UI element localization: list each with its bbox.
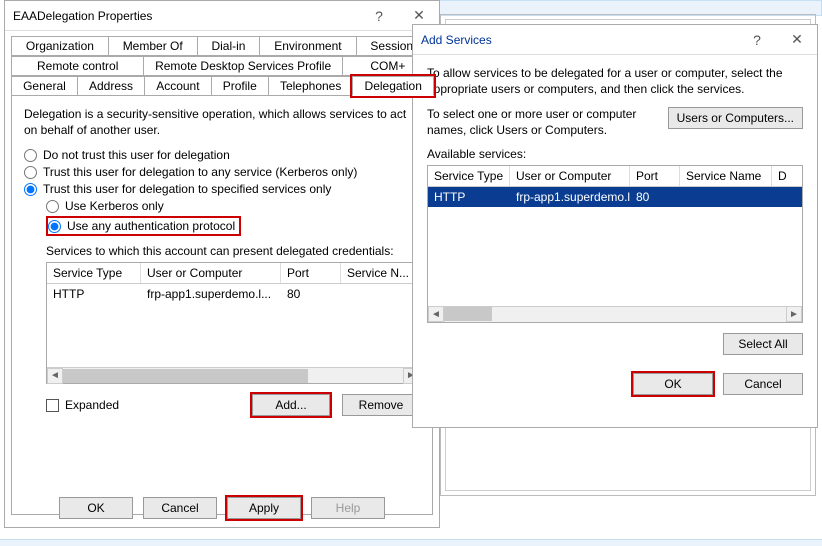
available-grid-scrollbar[interactable]: ◄ ►: [428, 306, 802, 322]
users-or-computers-button[interactable]: Users or Computers...: [668, 107, 803, 129]
window-title: EAADelegation Properties: [13, 9, 359, 23]
cell-port: 80: [281, 284, 341, 304]
col-user-computer[interactable]: User or Computer: [510, 166, 630, 186]
tab-member-of[interactable]: Member Of: [108, 36, 198, 56]
services-grid-scrollbar[interactable]: ◄ ►: [47, 367, 419, 383]
radio-kerberos-only-label: Use Kerberos only: [65, 199, 164, 213]
close-icon[interactable]: ✕: [777, 25, 817, 55]
checkbox-icon: [46, 399, 59, 412]
col-service-name[interactable]: Service Name: [680, 166, 772, 186]
delegation-intro: Delegation is a security-sensitive opera…: [24, 106, 420, 138]
tab-environment[interactable]: Environment: [259, 36, 356, 56]
add-services-window: Add Services ? ✕ To allow services to be…: [412, 24, 818, 428]
tab-dial-in[interactable]: Dial-in: [197, 36, 261, 56]
cell-service-name: [341, 284, 419, 304]
add-button[interactable]: Add...: [252, 394, 330, 416]
apply-button[interactable]: Apply: [227, 497, 301, 519]
select-all-button[interactable]: Select All: [723, 333, 803, 355]
services-grid-header[interactable]: Service Type User or Computer Port Servi…: [47, 263, 419, 284]
add-services-title: Add Services: [421, 33, 737, 47]
titlebar[interactable]: EAADelegation Properties ? ✕: [5, 1, 439, 31]
col-domain[interactable]: D: [772, 166, 802, 186]
tab-account[interactable]: Account: [144, 76, 212, 96]
available-grid-header[interactable]: Service Type User or Computer Port Servi…: [428, 166, 802, 187]
radio-specified-services[interactable]: Trust this user for delegation to specif…: [24, 182, 420, 196]
col-service-name[interactable]: Service N...: [341, 263, 419, 283]
scroll-thumb[interactable]: [444, 307, 492, 321]
cell-port: 80: [630, 187, 680, 207]
radio-no-trust-label: Do not trust this user for delegation: [43, 148, 230, 162]
cell-user-computer: frp-app1.superdemo.l...: [510, 187, 630, 207]
cell-service-type: HTTP: [428, 187, 510, 207]
radio-any-auth[interactable]: Use any authentication protocol: [48, 219, 235, 233]
radio-any-auth-label: Use any authentication protocol: [67, 219, 235, 233]
delegation-tab-page: Delegation is a security-sensitive opera…: [11, 95, 433, 515]
remove-button[interactable]: Remove: [342, 394, 420, 416]
ok-button[interactable]: OK: [59, 497, 133, 519]
radio-specified-services-label: Trust this user for delegation to specif…: [43, 182, 331, 196]
expanded-label: Expanded: [65, 398, 119, 412]
cell-service-type: HTTP: [47, 284, 141, 304]
col-port[interactable]: Port: [630, 166, 680, 186]
services-grid-row[interactable]: HTTP frp-app1.superdemo.l... 80: [47, 284, 419, 304]
scroll-left-icon[interactable]: ◄: [428, 306, 444, 322]
tab-rds-profile[interactable]: Remote Desktop Services Profile: [143, 56, 342, 76]
cell-user-computer: frp-app1.superdemo.l...: [141, 284, 281, 304]
ok-button[interactable]: OK: [633, 373, 713, 395]
scroll-thumb[interactable]: [63, 369, 308, 383]
add-services-intro1: To allow services to be delegated for a …: [427, 65, 803, 97]
tab-organization[interactable]: Organization: [11, 36, 109, 56]
tabs-area: Organization Member Of Dial-in Environme…: [5, 31, 439, 515]
col-service-type[interactable]: Service Type: [47, 263, 141, 283]
radio-any-service-label: Trust this user for delegation to any se…: [43, 165, 357, 179]
tab-remote-control[interactable]: Remote control: [11, 56, 144, 76]
cell-service-name: [680, 187, 772, 207]
help-icon[interactable]: ?: [359, 1, 399, 31]
background-ribbon-bottom: [0, 539, 822, 546]
tab-address[interactable]: Address: [77, 76, 145, 96]
available-grid-row[interactable]: HTTP frp-app1.superdemo.l... 80: [428, 187, 802, 207]
help-button[interactable]: Help: [311, 497, 385, 519]
col-port[interactable]: Port: [281, 263, 341, 283]
scroll-right-icon[interactable]: ►: [786, 306, 802, 322]
tab-telephones[interactable]: Telephones: [268, 76, 354, 96]
help-icon[interactable]: ?: [737, 25, 777, 55]
col-service-type[interactable]: Service Type: [428, 166, 510, 186]
cancel-button[interactable]: Cancel: [723, 373, 803, 395]
dialog-button-row: OK Cancel Apply Help: [5, 497, 439, 519]
tab-delegation[interactable]: Delegation: [352, 76, 434, 96]
delegation-properties-window: EAADelegation Properties ? ✕ Organizatio…: [4, 0, 440, 528]
col-user-computer[interactable]: User or Computer: [141, 263, 281, 283]
tab-general[interactable]: General: [11, 76, 78, 96]
radio-no-trust[interactable]: Do not trust this user for delegation: [24, 148, 420, 162]
available-services-grid[interactable]: Service Type User or Computer Port Servi…: [427, 165, 803, 323]
cell-domain: [772, 187, 802, 207]
scroll-left-icon[interactable]: ◄: [47, 368, 63, 384]
available-services-label: Available services:: [427, 147, 803, 161]
add-services-titlebar[interactable]: Add Services ? ✕: [413, 25, 817, 55]
services-caption: Services to which this account can prese…: [46, 244, 420, 258]
add-services-intro2: To select one or more user or computer n…: [427, 107, 658, 138]
services-grid[interactable]: Service Type User or Computer Port Servi…: [46, 262, 420, 384]
radio-any-service[interactable]: Trust this user for delegation to any se…: [24, 165, 420, 179]
radio-kerberos-only[interactable]: Use Kerberos only: [46, 199, 420, 213]
cancel-button[interactable]: Cancel: [143, 497, 217, 519]
tab-profile[interactable]: Profile: [211, 76, 269, 96]
expanded-checkbox[interactable]: Expanded: [46, 398, 252, 412]
